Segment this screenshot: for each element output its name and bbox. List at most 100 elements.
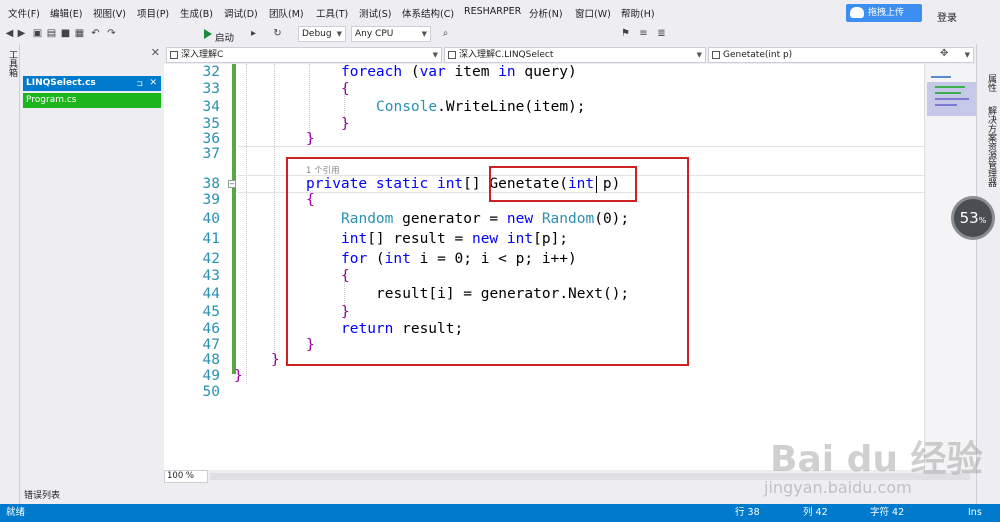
bookmark-icon[interactable]: ⚑: [620, 28, 631, 39]
code-line: foreach (var item in query): [341, 64, 577, 80]
close-icon[interactable]: ✕: [151, 46, 160, 59]
indent-guide: [274, 64, 275, 364]
project-icon: [170, 51, 178, 59]
class-icon: [448, 51, 456, 59]
line-number: 44: [202, 286, 220, 302]
menu-view[interactable]: 视图(V): [93, 6, 126, 20]
line-number: 38: [202, 176, 220, 192]
member-dropdown[interactable]: Genetate(int p) ▼: [708, 47, 974, 63]
upload-button[interactable]: 拖拽上传: [846, 4, 922, 22]
properties-tab[interactable]: 属性: [985, 74, 998, 92]
undo-icon[interactable]: ↶: [90, 28, 101, 39]
menu-resharper[interactable]: RESHARPER: [464, 6, 521, 17]
status-column: 列 42: [803, 507, 828, 518]
menu-tools[interactable]: 工具(T): [316, 6, 348, 20]
chevron-down-icon: ▼: [421, 30, 427, 38]
method-icon: [712, 51, 720, 59]
menu-window[interactable]: 窗口(W): [575, 6, 611, 20]
line-number: 34: [202, 99, 220, 115]
menu-project[interactable]: 项目(P): [137, 6, 169, 20]
method-separator: [238, 146, 976, 147]
status-insert-mode: Ins: [968, 507, 982, 518]
save-icon[interactable]: ■: [60, 28, 71, 39]
minimap-line: [931, 76, 951, 78]
forward-icon[interactable]: ▶: [16, 28, 27, 39]
menu-test[interactable]: 测试(S): [359, 6, 391, 20]
baidu-watermark-url: jingyan.baidu.com: [764, 478, 912, 497]
line-number: 32: [202, 64, 220, 80]
menu-build[interactable]: 生成(B): [180, 6, 213, 20]
project-dropdown[interactable]: 深入理解C ▼: [166, 47, 442, 63]
menu-help[interactable]: 帮助(H): [621, 6, 655, 20]
zoom-select[interactable]: 100 %: [164, 470, 208, 483]
line-number: 46: [202, 321, 220, 337]
refresh-icon[interactable]: ↻: [272, 28, 283, 39]
start-button[interactable]: 启动: [215, 30, 234, 44]
line-number: 35: [202, 116, 220, 132]
file-tab-program[interactable]: Program.cs: [23, 93, 161, 108]
code-line: }: [271, 352, 280, 368]
minimap-line: [935, 98, 969, 100]
chevron-down-icon: ▼: [964, 51, 970, 59]
code-minimap[interactable]: [924, 64, 977, 470]
code-line: }: [306, 131, 315, 147]
code-line: }: [234, 368, 243, 384]
line-number: 41: [202, 231, 220, 247]
minimap-line: [935, 104, 957, 106]
line-number: 33: [202, 81, 220, 97]
solution-explorer-tab[interactable]: 解决方案资源管理器: [985, 106, 998, 187]
code-line: Console.WriteLine(item);: [376, 99, 586, 115]
step-icon[interactable]: ▸: [248, 28, 259, 39]
back-icon[interactable]: ◀: [4, 28, 15, 39]
platform-select[interactable]: Any CPU ▼: [351, 26, 431, 42]
code-editor[interactable]: − 32 33 34 35 36 37 38 39 40 41 42 43 44…: [164, 64, 976, 470]
close-icon[interactable]: ✕: [149, 76, 157, 91]
split-icon[interactable]: ✥: [940, 48, 948, 59]
toolbox-strip: 工具箱: [0, 44, 20, 504]
collapse-icon[interactable]: −: [228, 180, 236, 188]
toolbar: ◀ ▶ ▣ ▤ ■ ▦ ↶ ↷ 启动 ▸ ↻ Debug ▼ Any CPU ▼ ⌕…: [0, 24, 1000, 44]
toolbox-tab[interactable]: 工具箱: [6, 50, 19, 77]
progress-widget[interactable]: 53%: [951, 196, 995, 240]
change-marker: [232, 64, 236, 374]
class-dropdown[interactable]: 深入理解C.LINQSelect ▼: [444, 47, 706, 63]
minimap-line: [935, 86, 965, 88]
status-line: 行 38: [735, 507, 760, 518]
line-number: 40: [202, 211, 220, 227]
menu-edit[interactable]: 编辑(E): [50, 6, 82, 20]
status-char: 字符 42: [870, 507, 905, 518]
config-select[interactable]: Debug ▼: [298, 26, 346, 42]
indent-guide: [246, 64, 247, 384]
signature-highlight-box: [489, 166, 637, 202]
line-number: 50: [202, 384, 220, 400]
menu-debug[interactable]: 调试(D): [224, 6, 258, 20]
menu-architecture[interactable]: 体系结构(C): [402, 6, 454, 20]
pin-icon[interactable]: ⊐: [136, 76, 143, 91]
save-all-icon[interactable]: ▦: [74, 28, 85, 39]
line-number: 48: [202, 352, 220, 368]
menu-bar: 文件(F) 编辑(E) 视图(V) 项目(P) 生成(B) 调试(D) 团队(M…: [0, 0, 1000, 24]
error-list-tab[interactable]: 错误列表: [24, 488, 60, 501]
line-number: 42: [202, 251, 220, 267]
open-files-panel: LINQSelect.cs ⊐ ✕ Program.cs: [20, 62, 164, 504]
minimap-line: [935, 92, 961, 94]
comment-icon[interactable]: ≡: [638, 28, 649, 39]
line-number: 39: [202, 192, 220, 208]
baidu-watermark: Bai du 经验: [770, 439, 983, 480]
uncomment-icon[interactable]: ≣: [656, 28, 667, 39]
menu-team[interactable]: 团队(M): [269, 6, 304, 20]
redo-icon[interactable]: ↷: [106, 28, 117, 39]
new-project-icon[interactable]: ▣: [32, 28, 43, 39]
status-ready: 就绪: [6, 507, 26, 518]
menu-file[interactable]: 文件(F): [8, 6, 40, 20]
status-bar: 就绪 行 38 列 42 字符 42 Ins: [0, 504, 1000, 522]
cloud-icon: [850, 7, 864, 18]
code-line: {: [341, 81, 350, 97]
find-icon[interactable]: ⌕: [440, 28, 451, 39]
file-tab-linqselect[interactable]: LINQSelect.cs ⊐ ✕: [23, 76, 161, 91]
line-number: 36: [202, 131, 220, 147]
open-icon[interactable]: ▤: [46, 28, 57, 39]
menu-analyze[interactable]: 分析(N): [529, 6, 563, 20]
start-icon[interactable]: [204, 29, 212, 39]
login-link[interactable]: 登录: [937, 9, 957, 24]
